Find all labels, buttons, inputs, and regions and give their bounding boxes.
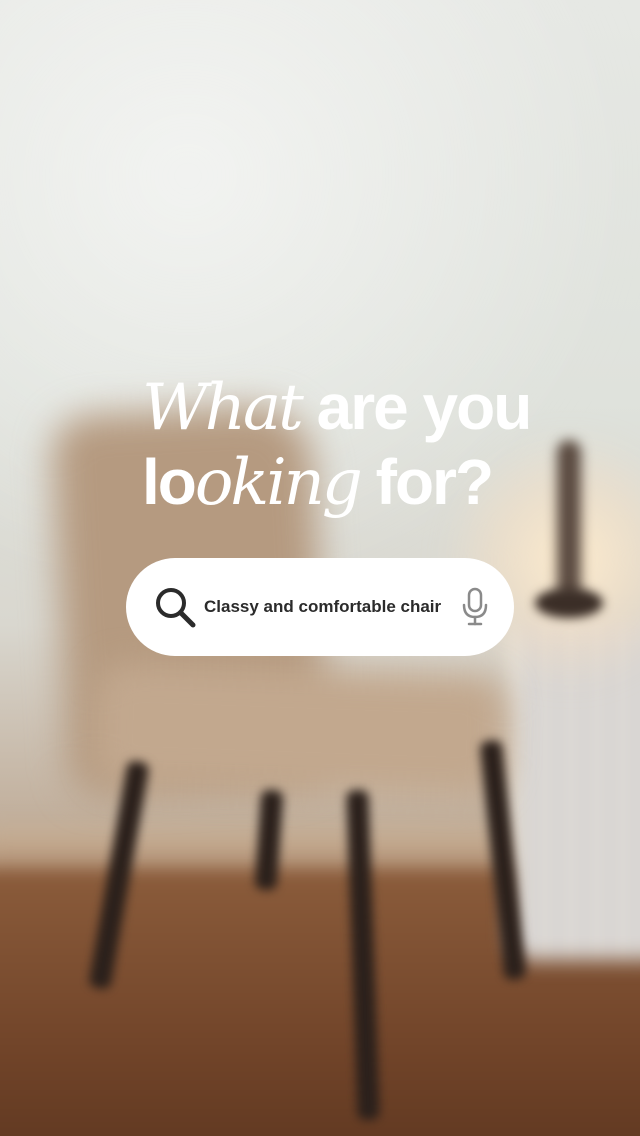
- headline-what: What: [142, 371, 304, 445]
- headline: What are you looking for?: [142, 370, 582, 520]
- chair-seat: [93, 662, 507, 798]
- headline-are-you: are you: [300, 371, 533, 443]
- headline-oking: oking: [194, 446, 363, 520]
- microphone-icon[interactable]: [460, 584, 490, 630]
- headline-lo: lo: [142, 446, 197, 518]
- headline-for: for?: [359, 446, 494, 518]
- headline-line-1: What are you: [142, 370, 582, 445]
- lamp-base: [535, 588, 603, 618]
- search-bar[interactable]: Classy and comfortable chair: [126, 558, 514, 656]
- headline-line-2: looking for?: [142, 445, 582, 520]
- search-icon[interactable]: [152, 584, 198, 630]
- search-query-text[interactable]: Classy and comfortable chair: [204, 597, 460, 617]
